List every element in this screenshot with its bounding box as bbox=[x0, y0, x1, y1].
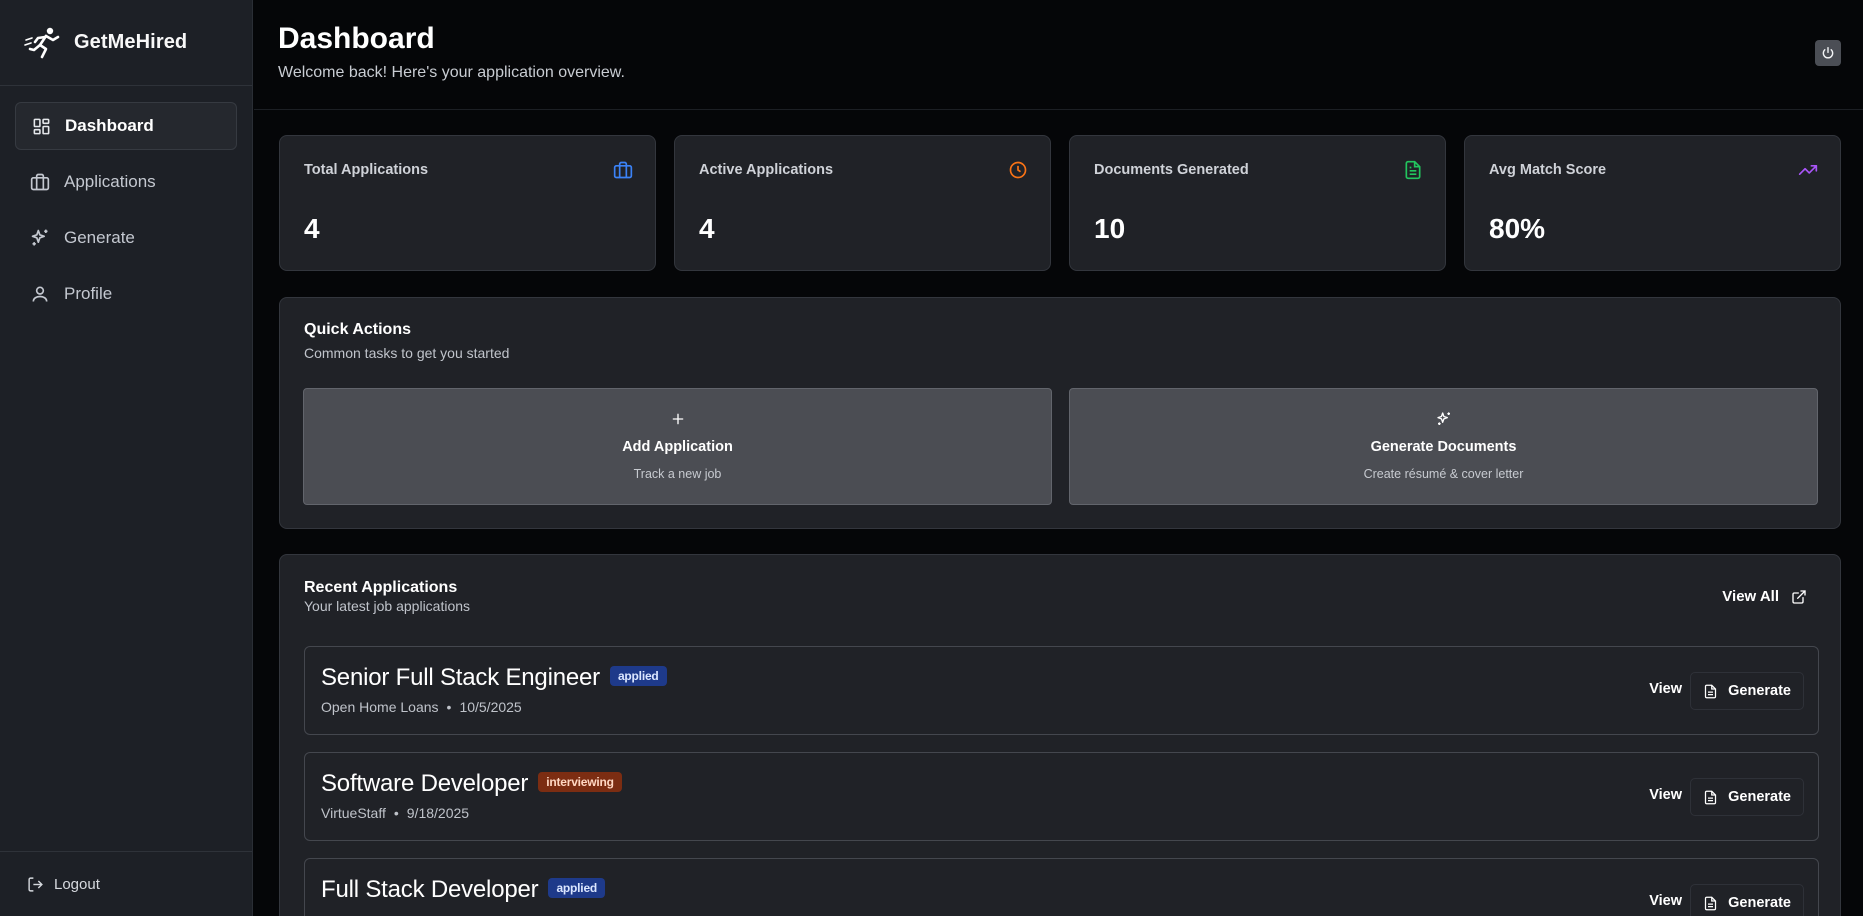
application-date: 10/5/2025 bbox=[459, 699, 522, 715]
stat-card-documents-generated: Documents Generated 10 bbox=[1069, 135, 1446, 271]
sidebar-item-label: Applications bbox=[64, 172, 156, 191]
sidebar-item-applications[interactable]: Applications bbox=[15, 158, 237, 206]
power-icon bbox=[1822, 47, 1834, 59]
sidebar-footer: Logout bbox=[0, 851, 252, 916]
application-meta: Open Home Loans • 10/5/2025 bbox=[321, 699, 522, 715]
application-row[interactable]: Senior Full Stack Engineer applied Open H… bbox=[304, 646, 1819, 735]
stat-label: Avg Match Score bbox=[1489, 162, 1607, 178]
briefcase-icon bbox=[613, 161, 633, 179]
application-title: Full Stack Developer applied bbox=[321, 876, 606, 904]
sidebar-nav: Dashboard Applications Generate Profile bbox=[0, 86, 252, 318]
sidebar-item-label: Profile bbox=[64, 284, 113, 303]
generate-label: Generate bbox=[1728, 895, 1791, 911]
file-text-icon bbox=[1405, 160, 1421, 180]
sparkles-icon bbox=[30, 228, 50, 248]
application-title: Senior Full Stack Engineer applied bbox=[321, 664, 667, 692]
generate-label: Generate bbox=[1728, 683, 1791, 699]
sidebar-item-label: Generate bbox=[64, 228, 135, 247]
user-icon bbox=[30, 284, 50, 304]
sidebar-item-label: Dashboard bbox=[65, 116, 154, 135]
view-all-button[interactable]: View All bbox=[1722, 588, 1807, 605]
stat-label: Total Applications bbox=[304, 162, 429, 178]
status-badge: applied bbox=[548, 877, 606, 898]
running-man-logo-icon bbox=[24, 25, 62, 61]
application-date: 9/18/2025 bbox=[406, 805, 470, 821]
add-application-button[interactable]: Add Application Track a new job bbox=[303, 388, 1052, 505]
quick-action-subtitle: Create résumé & cover letter bbox=[1363, 467, 1524, 481]
generate-button[interactable]: Generate bbox=[1690, 884, 1804, 916]
power-button[interactable] bbox=[1815, 40, 1841, 66]
quick-actions-panel: Quick Actions Common tasks to get you st… bbox=[279, 297, 1841, 529]
recent-applications-panel: Recent Applications Your latest job appl… bbox=[279, 554, 1841, 916]
page-title: Dashboard bbox=[278, 22, 435, 55]
view-button[interactable]: View bbox=[1649, 787, 1682, 803]
brand-name: GetMeHired bbox=[74, 31, 188, 53]
file-text-icon bbox=[1705, 684, 1717, 698]
plus-icon bbox=[672, 413, 683, 425]
company-name: Open Home Loans bbox=[321, 699, 439, 715]
sidebar-item-dashboard[interactable]: Dashboard bbox=[15, 102, 237, 150]
view-all-label: View All bbox=[1722, 588, 1779, 605]
generate-button[interactable]: Generate bbox=[1690, 672, 1804, 710]
application-row[interactable]: Software Developer interviewing VirtueSta… bbox=[304, 752, 1819, 841]
meta-separator: • bbox=[393, 805, 399, 821]
generate-label: Generate bbox=[1728, 789, 1791, 805]
stat-value: 80% bbox=[1489, 213, 1546, 244]
stat-card-active-applications: Active Applications 4 bbox=[674, 135, 1051, 271]
external-link-icon bbox=[1792, 589, 1806, 604]
dashboard-grid-icon bbox=[31, 116, 51, 136]
stat-card-total-applications: Total Applications 4 bbox=[279, 135, 656, 271]
trending-up-icon bbox=[1798, 165, 1818, 175]
quick-action-title: Generate Documents bbox=[1370, 439, 1517, 455]
view-button[interactable]: View bbox=[1649, 681, 1682, 697]
stat-value: 4 bbox=[699, 213, 715, 244]
stat-value: 10 bbox=[1094, 213, 1126, 244]
page-header: Dashboard Welcome back! Here's your appl… bbox=[254, 0, 1863, 110]
application-meta: VirtueStaff • 9/18/2025 bbox=[321, 805, 469, 821]
meta-separator: • bbox=[446, 699, 452, 715]
quick-actions-subtitle: Common tasks to get you started bbox=[304, 345, 510, 361]
sidebar: GetMeHired Dashboard Applications Genera… bbox=[0, 0, 253, 916]
recent-applications-title: Recent Applications bbox=[304, 579, 458, 596]
stat-value: 4 bbox=[304, 213, 320, 244]
page-subtitle: Welcome back! Here's your application ov… bbox=[278, 64, 625, 81]
logout-icon bbox=[26, 875, 44, 893]
stat-card-avg-match-score: Avg Match Score 80% bbox=[1464, 135, 1841, 271]
sidebar-item-profile[interactable]: Profile bbox=[15, 270, 237, 318]
logout-button[interactable]: Logout bbox=[26, 875, 100, 893]
quick-action-title: Add Application bbox=[622, 439, 733, 455]
application-title-text: Software Developer bbox=[321, 770, 529, 797]
status-badge: interviewing bbox=[538, 771, 622, 792]
briefcase-icon bbox=[30, 172, 50, 192]
status-badge: applied bbox=[609, 665, 667, 686]
application-title-text: Senior Full Stack Engineer bbox=[321, 664, 600, 691]
sparkles-icon bbox=[1436, 412, 1450, 425]
application-row[interactable]: Full Stack Developer applied View Generat… bbox=[304, 858, 1819, 916]
stat-label: Active Applications bbox=[699, 162, 834, 178]
generate-documents-button[interactable]: Generate Documents Create résumé & cover… bbox=[1069, 388, 1818, 505]
file-text-icon bbox=[1705, 790, 1717, 804]
clock-icon bbox=[1009, 161, 1027, 179]
application-title: Software Developer interviewing bbox=[321, 770, 622, 798]
application-title-text: Full Stack Developer bbox=[321, 876, 539, 903]
quick-action-subtitle: Track a new job bbox=[633, 467, 722, 481]
file-text-icon bbox=[1705, 896, 1717, 910]
company-name: VirtueStaff bbox=[321, 805, 386, 821]
quick-actions-title: Quick Actions bbox=[304, 321, 411, 338]
generate-button[interactable]: Generate bbox=[1690, 778, 1804, 816]
recent-applications-subtitle: Your latest job applications bbox=[304, 598, 471, 614]
brand: GetMeHired bbox=[0, 0, 252, 86]
logout-label: Logout bbox=[54, 875, 100, 893]
view-button[interactable]: View bbox=[1649, 893, 1682, 909]
sidebar-item-generate[interactable]: Generate bbox=[15, 214, 237, 262]
stat-label: Documents Generated bbox=[1094, 162, 1249, 178]
